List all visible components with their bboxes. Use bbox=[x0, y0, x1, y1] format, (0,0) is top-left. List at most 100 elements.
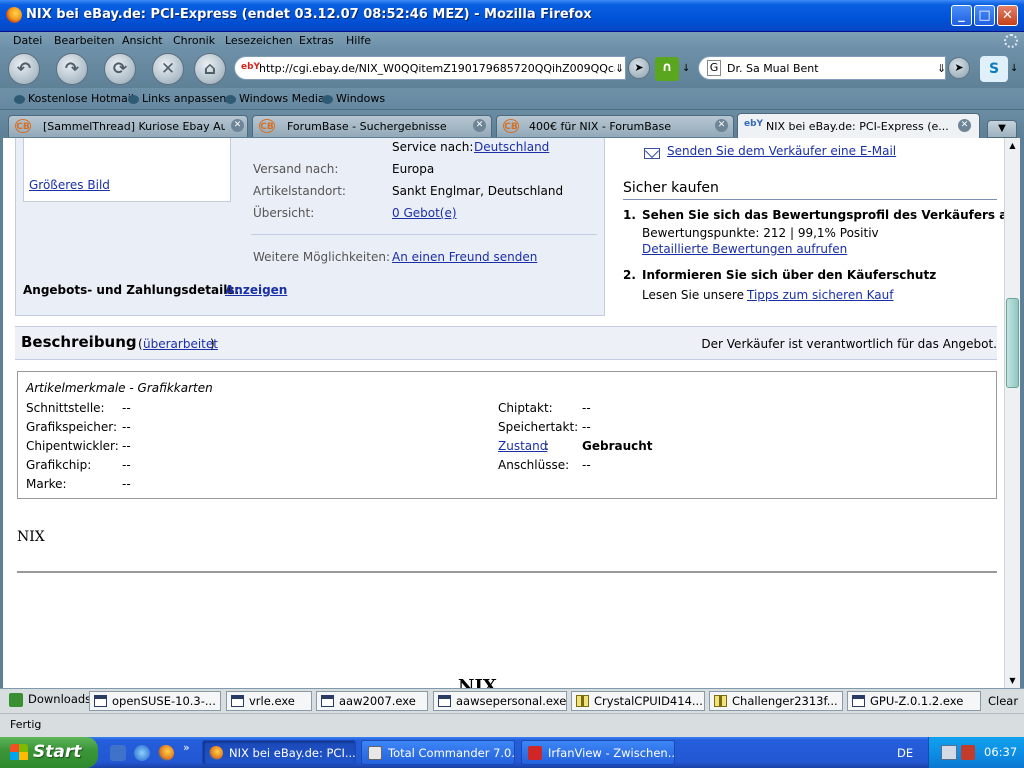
bigger-image-link[interactable]: Größeres Bild bbox=[29, 178, 110, 192]
search-input[interactable]: Dr. Sa Mual Bent bbox=[727, 62, 819, 75]
system-tray: 06:37 bbox=[928, 737, 1024, 768]
tab-sammelthread[interactable]: CB [SammelThread] Kuriose Ebay Auk... ✕ bbox=[8, 115, 248, 137]
url-field[interactable]: ebY http://cgi.ebay.de/NIX_W0QQitemZ1901… bbox=[234, 56, 626, 80]
bookmark-windows[interactable]: Windows bbox=[322, 92, 385, 105]
tab-forumbase-suche[interactable]: CB ForumBase - Suchergebnisse ✕ bbox=[252, 115, 492, 137]
bookmark-windows-media[interactable]: Windows Media bbox=[225, 92, 325, 105]
service-label: Service nach: bbox=[392, 140, 474, 154]
firefox-logo-icon bbox=[6, 7, 22, 23]
service-country-link[interactable]: Deutschland bbox=[474, 140, 549, 154]
url-bar[interactable]: ebY http://cgi.ebay.de/NIX_W0QQitemZ1901… bbox=[234, 56, 650, 80]
url-input[interactable]: http://cgi.ebay.de/NIX_W0QQitemZ19017968… bbox=[259, 62, 615, 75]
search-bar[interactable]: G Dr. Sa Mual Bent ⇓ ➤ bbox=[698, 56, 970, 80]
google-engine-icon[interactable]: G bbox=[707, 60, 721, 76]
detailed-feedback-link[interactable]: Detaillierte Bewertungen aufrufen bbox=[642, 242, 847, 256]
downloads-label[interactable]: Downloads bbox=[28, 692, 91, 706]
email-seller-link[interactable]: Senden Sie dem Verkäufer eine E-Mail bbox=[667, 144, 896, 158]
scroll-thumb[interactable] bbox=[1006, 298, 1019, 388]
condition-link[interactable]: Zustand bbox=[498, 439, 547, 453]
quicklaunch-firefox-icon[interactable] bbox=[158, 745, 174, 761]
tab-close-icon[interactable]: ✕ bbox=[958, 119, 971, 132]
menu-bearbeiten[interactable]: Bearbeiten bbox=[54, 34, 114, 47]
scroll-down-arrow-icon[interactable]: ▼ bbox=[1005, 673, 1020, 688]
close-button[interactable]: ✕ bbox=[997, 5, 1018, 26]
title-bar[interactable]: NIX bei eBay.de: PCI-Express (endet 03.1… bbox=[0, 0, 1024, 32]
go-button[interactable]: ➤ bbox=[628, 57, 650, 79]
menu-lesezeichen[interactable]: Lesezeichen bbox=[225, 34, 293, 47]
bookmark-label: Links anpassen bbox=[142, 92, 227, 105]
spec-label: Schnittstelle: bbox=[26, 401, 105, 415]
download-item[interactable]: Challenger2313f... bbox=[709, 691, 843, 711]
forward-button[interactable]: ↷ bbox=[56, 53, 88, 85]
url-dropdown-button[interactable]: ⇓ bbox=[615, 62, 624, 75]
tab-400-fuer-nix[interactable]: CB 400€ für NIX - ForumBase ✕ bbox=[496, 115, 734, 137]
menu-extras[interactable]: Extras bbox=[299, 34, 334, 47]
rss-dropdown-icon[interactable]: ↓ bbox=[682, 63, 690, 74]
exe-icon bbox=[852, 695, 865, 707]
skype-dropdown-icon[interactable]: ↓ bbox=[1010, 63, 1018, 74]
download-item[interactable]: openSUSE-10.3-... bbox=[89, 691, 221, 711]
safety-tips-link[interactable]: Tipps zum sicheren Kauf bbox=[747, 288, 894, 302]
search-field[interactable]: G Dr. Sa Mual Bent ⇓ bbox=[698, 56, 946, 80]
task-total-commander[interactable]: Total Commander 7.0... bbox=[361, 740, 515, 765]
reload-button[interactable]: ⟳ bbox=[104, 53, 136, 85]
downloads-icon bbox=[9, 693, 23, 707]
menu-ansicht[interactable]: Ansicht bbox=[122, 34, 163, 47]
search-go-button[interactable]: ➤ bbox=[948, 57, 970, 79]
scroll-up-arrow-icon[interactable]: ▲ bbox=[1005, 138, 1020, 153]
download-item[interactable]: aaw2007.exe bbox=[316, 691, 428, 711]
tab-close-icon[interactable]: ✕ bbox=[715, 119, 728, 132]
minimize-button[interactable]: _ bbox=[951, 5, 972, 26]
home-button[interactable]: ⌂ bbox=[194, 53, 226, 85]
bookmark-icon bbox=[225, 94, 236, 104]
network-icon[interactable] bbox=[941, 745, 957, 760]
menu-chronik[interactable]: Chronik bbox=[173, 34, 215, 47]
tab-close-icon[interactable]: ✕ bbox=[231, 119, 244, 132]
tab-strip: CB [SammelThread] Kuriose Ebay Auk... ✕ … bbox=[0, 110, 1024, 138]
security-icon[interactable] bbox=[961, 745, 975, 760]
download-item[interactable]: GPU-Z.0.1.2.exe bbox=[847, 691, 981, 711]
tab-nix-ebay[interactable]: ebY NIX bei eBay.de: PCI-Express (e... ✕ bbox=[737, 113, 980, 138]
task-firefox[interactable]: NIX bei eBay.de: PCI... bbox=[202, 740, 356, 765]
step-1-number: 1. bbox=[623, 208, 636, 222]
tab-label: 400€ für NIX - ForumBase bbox=[529, 120, 671, 133]
clear-downloads-button[interactable]: Clear bbox=[988, 694, 1018, 708]
language-indicator[interactable]: DE bbox=[897, 746, 913, 760]
quicklaunch-desktop-icon[interactable] bbox=[110, 745, 126, 761]
bookmark-icon bbox=[322, 94, 333, 104]
maximize-button[interactable]: □ bbox=[974, 5, 995, 26]
task-label: Total Commander 7.0... bbox=[388, 746, 515, 760]
clock[interactable]: 06:37 bbox=[984, 745, 1017, 759]
paren-open: ( bbox=[138, 337, 143, 351]
windows-logo-icon bbox=[10, 744, 28, 760]
more-options-label: Weitere Möglichkeiten: bbox=[253, 250, 390, 264]
bookmark-kostenlose-hotmail[interactable]: Kostenlose Hotmail bbox=[14, 92, 134, 105]
tab-list-button[interactable]: ▼ bbox=[987, 120, 1017, 138]
quicklaunch-more-icon[interactable]: » bbox=[183, 741, 190, 754]
menu-hilfe[interactable]: Hilfe bbox=[346, 34, 371, 47]
edited-link[interactable]: überarbeitet bbox=[143, 337, 218, 351]
bookmark-links-anpassen[interactable]: Links anpassen bbox=[128, 92, 226, 105]
bids-link[interactable]: 0 Gebot(e) bbox=[392, 206, 457, 220]
download-name: GPU-Z.0.1.2.exe bbox=[870, 694, 964, 708]
start-button[interactable]: Start bbox=[0, 737, 98, 768]
payment-show-link[interactable]: Anzeigen bbox=[225, 283, 287, 297]
back-button[interactable]: ↶ bbox=[8, 53, 40, 85]
task-irfanview[interactable]: IrfanView - Zwischen... bbox=[521, 740, 675, 765]
download-item[interactable]: CrystalCPUID414... bbox=[571, 691, 705, 711]
tab-close-icon[interactable]: ✕ bbox=[473, 119, 486, 132]
stop-button[interactable]: ✕ bbox=[152, 53, 184, 85]
quicklaunch-ie-icon[interactable] bbox=[134, 745, 150, 761]
tab-label: ForumBase - Suchergebnisse bbox=[287, 120, 447, 133]
spec-label: Chipentwickler: bbox=[26, 439, 119, 453]
download-item[interactable]: aawsepersonal.exe bbox=[433, 691, 567, 711]
download-item[interactable]: vrle.exe bbox=[226, 691, 312, 711]
send-to-friend-link[interactable]: An einen Freund senden bbox=[392, 250, 537, 264]
page-content[interactable]: Größeres Bild Service nach: Deutschland … bbox=[0, 138, 1024, 688]
vertical-scrollbar[interactable]: ▲ ▼ bbox=[1004, 138, 1020, 688]
rss-feed-button[interactable]: ∩ bbox=[655, 57, 679, 81]
search-dropdown-button[interactable]: ⇓ bbox=[937, 62, 946, 75]
menu-datei[interactable]: Datei bbox=[13, 34, 42, 47]
bookmark-icon bbox=[128, 94, 139, 104]
skype-button[interactable]: S bbox=[980, 56, 1008, 82]
